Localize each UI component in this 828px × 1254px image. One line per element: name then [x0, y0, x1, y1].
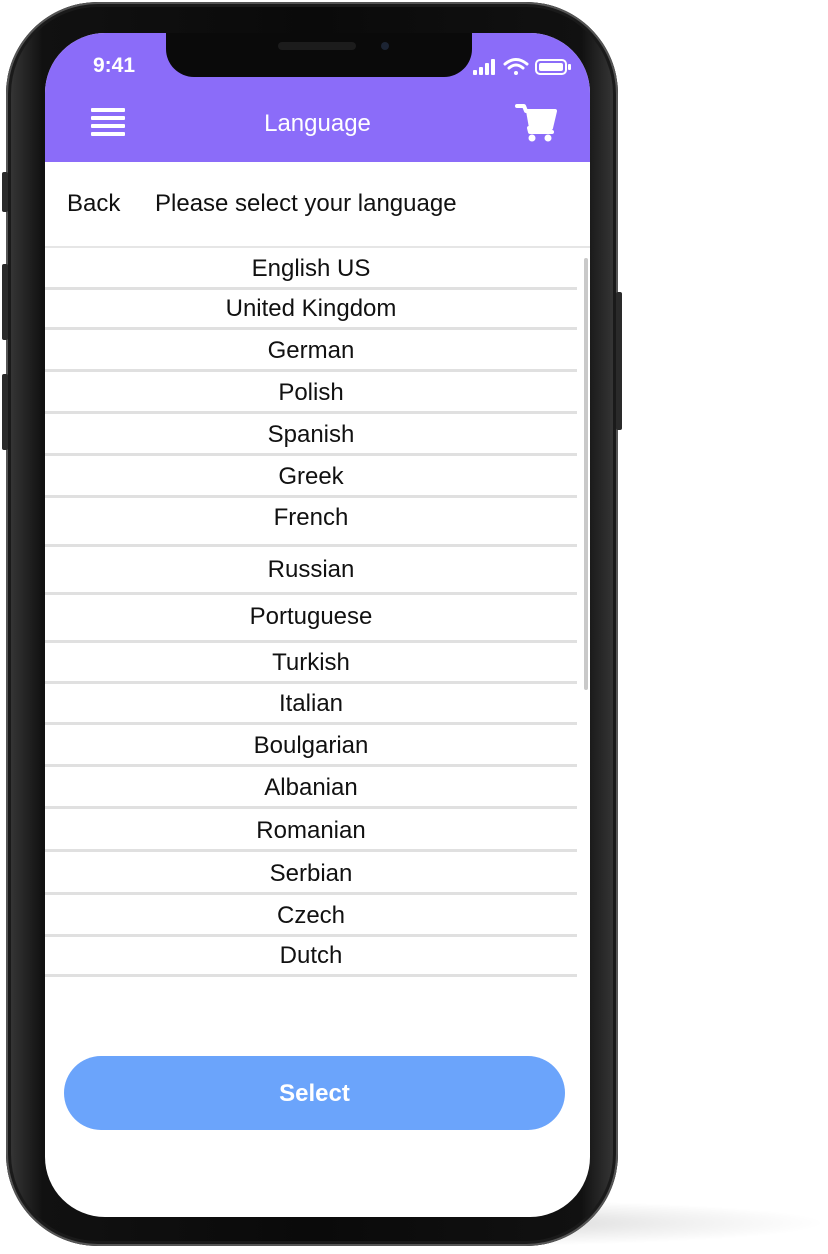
select-language-prompt: Please select your language [155, 190, 457, 217]
front-camera [381, 42, 389, 50]
signal-icon [473, 59, 495, 75]
language-item[interactable]: German [45, 330, 577, 372]
power-button [616, 292, 622, 430]
language-item[interactable]: Serbian [45, 852, 577, 895]
notch [166, 33, 472, 77]
language-item[interactable]: Romanian [45, 809, 577, 852]
language-item[interactable]: Greek [45, 456, 577, 498]
battery-icon [535, 59, 571, 75]
list-scrollbar[interactable] [584, 258, 588, 690]
language-item[interactable]: Polish [45, 372, 577, 414]
language-item[interactable]: French [45, 498, 577, 547]
back-button[interactable]: Back [67, 190, 120, 218]
status-time: 9:41 [93, 54, 136, 77]
speaker-grille [278, 42, 356, 50]
language-item[interactable]: Czech [45, 895, 577, 937]
wifi-icon [503, 58, 529, 75]
app-header: 9:41 Language [45, 33, 590, 162]
language-item[interactable]: Spanish [45, 414, 577, 456]
language-item[interactable]: Portuguese [45, 595, 577, 643]
subheader: Back Please select your language [45, 162, 590, 248]
language-item[interactable]: Turkish [45, 643, 577, 684]
language-item[interactable]: Boulgarian [45, 725, 577, 767]
language-item[interactable]: English US [45, 248, 577, 290]
phone-frame: 9:41 Language Back Please select your la… [2, 2, 622, 1246]
volume-down-button [2, 374, 8, 450]
language-item[interactable]: Dutch [45, 937, 577, 977]
page-title: Language [264, 110, 371, 137]
language-item[interactable]: United Kingdom [45, 290, 577, 330]
screen: 9:41 Language Back Please select your la… [45, 33, 590, 1217]
language-item[interactable]: Albanian [45, 767, 577, 809]
status-icons [473, 58, 571, 75]
silent-switch [2, 172, 8, 212]
select-button[interactable]: Select [64, 1056, 565, 1130]
language-item[interactable]: Italian [45, 684, 577, 725]
language-item[interactable]: Russian [45, 547, 577, 595]
volume-up-button [2, 264, 8, 340]
shopping-cart-icon[interactable] [515, 102, 557, 144]
